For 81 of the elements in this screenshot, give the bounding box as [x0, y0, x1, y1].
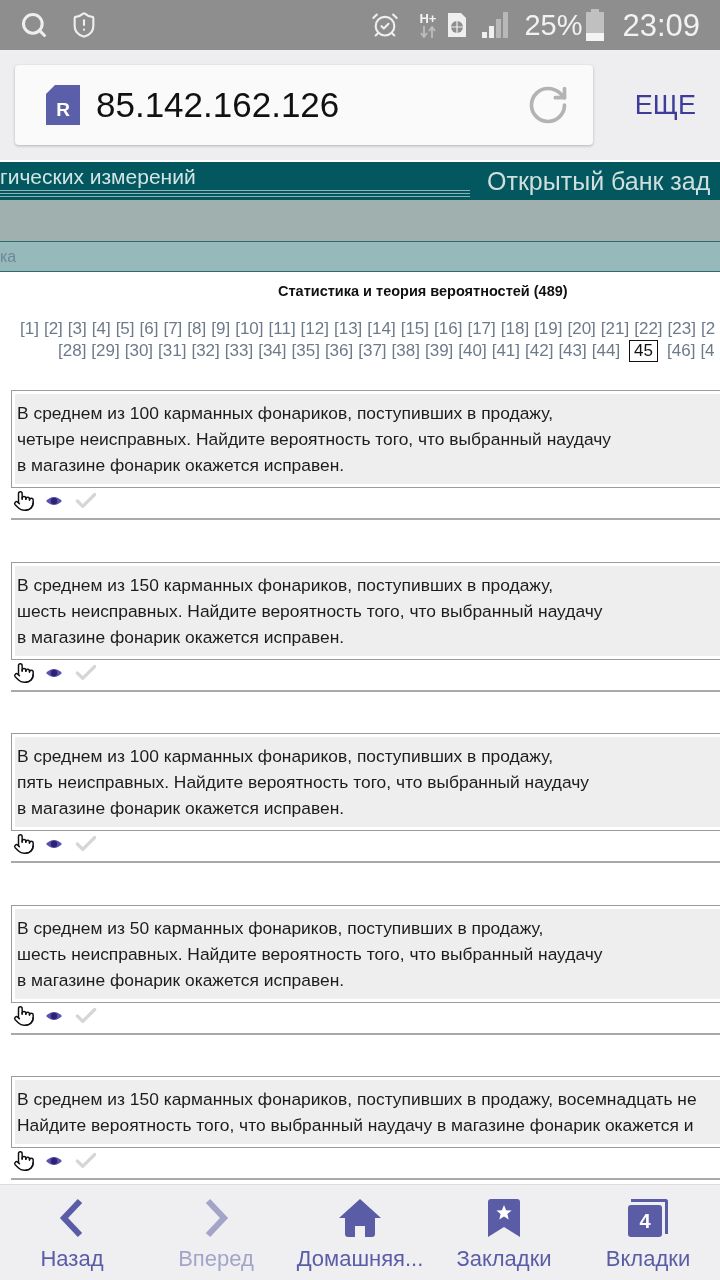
- page-link[interactable]: [6]: [139, 319, 159, 339]
- page-link[interactable]: [44]: [591, 341, 621, 361]
- eye-icon[interactable]: [45, 837, 63, 851]
- bookmark-star-icon: [488, 1199, 520, 1237]
- chevron-left-icon: [59, 1198, 85, 1238]
- chevron-right-icon: [203, 1198, 229, 1238]
- hand-pointer-icon[interactable]: [13, 1150, 35, 1172]
- search-icon: [20, 11, 48, 39]
- page-link[interactable]: [5]: [115, 319, 135, 339]
- problem-text: В среднем из 100 карманных фонариков, поступивших в продажу, четыре неисправных. Найдите вероятность того, что выбранный наудачу в магазине фонарик окажется исправен.: [15, 394, 720, 484]
- page-link[interactable]: [15]: [400, 319, 430, 339]
- page-link[interactable]: [9]: [211, 319, 231, 339]
- page-link[interactable]: [32]: [191, 341, 220, 361]
- page-link[interactable]: [2: [700, 319, 716, 339]
- page-link[interactable]: [28]: [58, 341, 87, 361]
- page-link[interactable]: [4: [700, 341, 715, 361]
- page-link[interactable]: [41]: [491, 341, 521, 361]
- back-button[interactable]: Назад: [0, 1185, 144, 1280]
- more-button[interactable]: ЕЩЕ: [634, 91, 696, 119]
- page-link[interactable]: [38]: [391, 341, 420, 361]
- hand-pointer-icon[interactable]: [13, 661, 35, 684]
- page-link[interactable]: [2]: [43, 319, 63, 339]
- page-link[interactable]: [40]: [458, 341, 487, 361]
- eye-icon[interactable]: [45, 1154, 63, 1168]
- page-link[interactable]: [42]: [525, 341, 554, 361]
- page-link[interactable]: [3]: [67, 319, 87, 339]
- hand-pointer-icon[interactable]: [13, 833, 35, 855]
- battery-icon: [586, 9, 605, 41]
- page-link[interactable]: [7]: [163, 319, 183, 339]
- page-link[interactable]: [31]: [158, 341, 187, 361]
- page-link[interactable]: [11]: [268, 319, 296, 339]
- home-icon: [339, 1199, 381, 1237]
- problem-text: В среднем из 100 карманных фонариков, поступивших в продажу, пять неисправных. Найдите вероятность того, что выбранный наудачу в магазине фонарик окажется исправен.: [15, 737, 720, 827]
- page-link[interactable]: [14]: [367, 319, 396, 339]
- page-link[interactable]: [13]: [333, 319, 363, 339]
- page-link[interactable]: [39]: [424, 341, 454, 361]
- page-link[interactable]: [19]: [534, 319, 563, 339]
- page-link[interactable]: [10]: [235, 319, 264, 339]
- hand-pointer-icon[interactable]: [13, 490, 35, 512]
- eye-icon[interactable]: [45, 494, 63, 508]
- tabs-button[interactable]: 4 Вкладки: [576, 1185, 720, 1280]
- home-button[interactable]: Домашняя...: [288, 1185, 432, 1280]
- header-subtitle: гических измерений: [0, 165, 196, 188]
- page-link[interactable]: [18]: [500, 319, 530, 339]
- bookmarks-button[interactable]: Закладки: [432, 1185, 576, 1280]
- page-link[interactable]: [16]: [434, 319, 463, 339]
- page-link[interactable]: [23]: [667, 319, 696, 339]
- page-link[interactable]: [36]: [324, 341, 354, 361]
- problem-text: В среднем из 150 карманных фонариков, поступивших в продажу, восемнадцать не Найдите вероятность того, что выбранный наудачу в магазине фонарик окажется и: [15, 1080, 720, 1144]
- alarm-clock-icon: [371, 11, 400, 39]
- page-link[interactable]: [8]: [187, 319, 207, 339]
- page-link[interactable]: [30]: [124, 341, 154, 361]
- page-link[interactable]: [4]: [91, 319, 111, 339]
- address-bar[interactable]: R 85.142.162.126: [15, 65, 593, 145]
- battery-percent: 25%: [524, 10, 583, 40]
- page-link[interactable]: [12]: [300, 319, 329, 339]
- page-link[interactable]: [46]: [667, 341, 696, 361]
- page-link[interactable]: 45: [629, 340, 659, 362]
- signal-icon: [482, 12, 509, 38]
- page-link[interactable]: [21]: [600, 319, 630, 339]
- page-link[interactable]: [29]: [91, 341, 120, 361]
- sim-globe-icon: [446, 11, 469, 39]
- header-title: Открытый банк зад: [487, 166, 711, 196]
- clock-time: 23:09: [622, 9, 700, 41]
- hand-pointer-icon[interactable]: [13, 1004, 35, 1027]
- page-link[interactable]: [17]: [467, 319, 496, 339]
- page-link[interactable]: [34]: [258, 341, 287, 361]
- page-link[interactable]: [20]: [567, 319, 596, 339]
- url-text: 85.142.162.126: [96, 85, 340, 125]
- problem-text: В среднем из 50 карманных фонариков, поступивших в продажу, шесть неисправных. Найдите вероятность того, что выбранный наудачу в магазине фонарик окажется исправен.: [15, 908, 720, 999]
- page-link[interactable]: [22]: [634, 319, 663, 339]
- section-title: Статистика и теория вероятностей (489): [278, 282, 568, 300]
- page-link[interactable]: [33]: [224, 341, 254, 361]
- page-link[interactable]: [43]: [558, 341, 587, 361]
- page-link[interactable]: [37]: [358, 341, 387, 361]
- site-logo: R: [46, 85, 80, 125]
- network-type-label: H+: [419, 12, 437, 25]
- problem-text: В среднем из 150 карманных фонариков, поступивших в продажу, шесть неисправных. Найдите вероятность того, что выбранный наудачу в магазине фонарик окажется исправен.: [15, 565, 720, 656]
- data-arrows-icon: [419, 26, 436, 38]
- page-link[interactable]: [35]: [291, 341, 320, 361]
- page-link[interactable]: [1]: [20, 319, 39, 339]
